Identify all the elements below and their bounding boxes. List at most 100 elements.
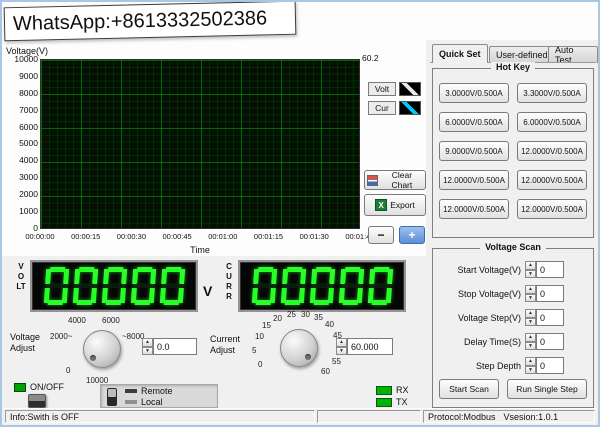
spinner-up-icon[interactable]: ▲ xyxy=(525,357,536,366)
onoff-label: ON/OFF xyxy=(30,382,64,392)
clear-chart-icon xyxy=(367,175,378,186)
hotkey-button[interactable]: 6.0000V/0.500A xyxy=(517,112,587,132)
spinner-up-icon[interactable]: ▲ xyxy=(336,338,347,347)
delay-time-input[interactable]: 0 xyxy=(536,333,564,350)
tab-quick-set[interactable]: Quick Set xyxy=(432,44,488,63)
stop-voltage-control: ▲▼ 0 xyxy=(525,285,564,302)
x-axis-label: Time xyxy=(160,245,240,255)
start-voltage-input[interactable]: 0 xyxy=(536,261,564,278)
knob-tick-label: 40 xyxy=(325,320,334,329)
delay-time-label: Delay Time(S) xyxy=(437,337,521,347)
tx-led-indicator xyxy=(376,398,392,407)
delay-time-control: ▲▼ 0 xyxy=(525,333,564,350)
hotkey-button[interactable]: 12.0000V/0.500A xyxy=(517,199,587,219)
spinner: ▲▼ xyxy=(525,333,536,350)
hotkey-button[interactable]: 3.0000V/0.500A xyxy=(439,83,509,103)
x-axis-tick: 00:00:45 xyxy=(155,232,199,241)
remote-label: Remote xyxy=(141,386,173,396)
export-button[interactable]: X Export xyxy=(364,194,426,216)
remote-swatch-icon xyxy=(125,389,137,393)
voltage-adjust-input[interactable]: 0.0 xyxy=(153,338,197,355)
clear-chart-label: Clear Chart xyxy=(381,170,423,190)
voltage-step-control: ▲▼ 0 xyxy=(525,309,564,326)
step-depth-row: Step Depth ▲▼ 0 xyxy=(437,357,564,374)
current-adjust-knob[interactable] xyxy=(280,329,318,367)
rx-label: RX xyxy=(396,385,409,395)
rx-indicator-row: RX xyxy=(376,385,409,395)
run-single-step-button[interactable]: Run Single Step xyxy=(507,379,587,399)
tx-label: TX xyxy=(396,397,408,407)
spinner-up-icon[interactable]: ▲ xyxy=(525,261,536,270)
status-bar: Info:Swith is OFF Protocol:Modbus Vsesio… xyxy=(3,408,597,424)
zoom-in-button[interactable]: + xyxy=(399,226,425,244)
voltage-step-row: Voltage Step(V) ▲▼ 0 xyxy=(437,309,564,326)
remote-row: Remote xyxy=(125,386,173,396)
spinner-down-icon[interactable]: ▼ xyxy=(142,347,153,356)
voltage-scan-title: Voltage Scan xyxy=(480,242,546,252)
voltage-adjust-knob[interactable] xyxy=(83,330,121,368)
step-depth-control: ▲▼ 0 xyxy=(525,357,564,374)
rx-led-indicator xyxy=(376,386,392,395)
volt-unit-label: V xyxy=(203,283,212,299)
spinner-up-icon[interactable]: ▲ xyxy=(142,338,153,347)
onoff-rocker-switch[interactable] xyxy=(28,394,46,408)
x-axis-tick: 00:00:30 xyxy=(109,232,153,241)
hotkey-button[interactable]: 3.3000V/0.500A xyxy=(517,83,587,103)
status-info-cell: Info:Swith is OFF xyxy=(5,410,315,423)
hotkey-button[interactable]: 12.0000V/0.500A xyxy=(439,170,509,190)
knob-tick-label: 60 xyxy=(321,367,330,376)
spinner-up-icon[interactable]: ▲ xyxy=(525,309,536,318)
voltage-step-input[interactable]: 0 xyxy=(536,309,564,326)
chart-legend: Volt Cur xyxy=(368,82,421,115)
y-axis-ticks: 10000 9000 8000 7000 6000 5000 4000 3000… xyxy=(4,54,38,233)
spinner-down-icon[interactable]: ▼ xyxy=(525,270,536,279)
hotkey-button[interactable]: 9.0000V/0.500A xyxy=(439,141,509,161)
clear-chart-button[interactable]: Clear Chart xyxy=(364,170,426,190)
hot-key-grid: 3.0000V/0.500A 3.3000V/0.500A 6.0000V/0.… xyxy=(439,83,587,219)
spinner: ▲▼ xyxy=(525,357,536,374)
zoom-out-button[interactable]: − xyxy=(368,226,394,244)
step-depth-input[interactable]: 0 xyxy=(536,357,564,374)
right-axis-value: 60.2 xyxy=(362,53,379,63)
onoff-block: ON/OFF xyxy=(14,382,64,392)
spinner-up-icon[interactable]: ▲ xyxy=(525,285,536,294)
status-protocol-cell: Protocol:Modbus Vsesion:1.0.1 xyxy=(423,410,595,423)
spinner-up-icon[interactable]: ▲ xyxy=(525,333,536,342)
start-voltage-row: Start Voltage(V) ▲▼ 0 xyxy=(437,261,564,278)
tab-auto-test[interactable]: Auto Test xyxy=(548,46,598,63)
voltage-step-label: Voltage Step(V) xyxy=(437,313,521,323)
spinner-down-icon[interactable]: ▼ xyxy=(525,366,536,375)
tab-user-defined[interactable]: User-defined xyxy=(489,46,555,63)
stop-voltage-input[interactable]: 0 xyxy=(536,285,564,302)
start-scan-button[interactable]: Start Scan xyxy=(439,379,499,399)
tx-indicator-row: TX xyxy=(376,397,408,407)
y-axis-tick: 4000 xyxy=(19,155,38,165)
y-axis-tick: 6000 xyxy=(19,122,38,132)
knob-tick-label: 4000 xyxy=(68,316,86,325)
app-window: WhatsApp:+8613332502386 Voltage(V) 10000… xyxy=(0,0,600,427)
y-axis-tick: 1000 xyxy=(19,206,38,216)
current-adjust-control: ▲ ▼ 60.000 xyxy=(336,338,393,355)
onoff-led-indicator xyxy=(14,383,26,392)
legend-cur-label: Cur xyxy=(368,101,396,115)
y-axis-tick: 8000 xyxy=(19,88,38,98)
hotkey-button[interactable]: 12.0000V/0.500A xyxy=(517,170,587,190)
spinner-down-icon[interactable]: ▼ xyxy=(525,294,536,303)
local-swatch-icon xyxy=(125,400,137,404)
knob-tick-label: 5 xyxy=(252,346,256,355)
spinner-down-icon[interactable]: ▼ xyxy=(336,347,347,356)
remote-local-slide-switch[interactable] xyxy=(107,388,117,406)
knob-tick-label: 15 xyxy=(262,321,271,330)
hotkey-button[interactable]: 12.0000V/0.500A xyxy=(439,199,509,219)
knob-tick-label: 20 xyxy=(273,314,282,323)
spinner-down-icon[interactable]: ▼ xyxy=(525,342,536,351)
current-adjust-input[interactable]: 60.000 xyxy=(347,338,393,355)
knob-tick-label: 55 xyxy=(332,357,341,366)
hotkey-button[interactable]: 12.0000V/0.500A xyxy=(517,141,587,161)
voltage-adjust-label: Voltage Adjust xyxy=(10,332,54,354)
status-info-text: Info:Swith is OFF xyxy=(10,412,79,422)
legend-volt-label: Volt xyxy=(368,82,396,96)
hotkey-button[interactable]: 6.0000V/0.500A xyxy=(439,112,509,132)
spinner-down-icon[interactable]: ▼ xyxy=(525,318,536,327)
knob-tick-label: 6000 xyxy=(102,316,120,325)
